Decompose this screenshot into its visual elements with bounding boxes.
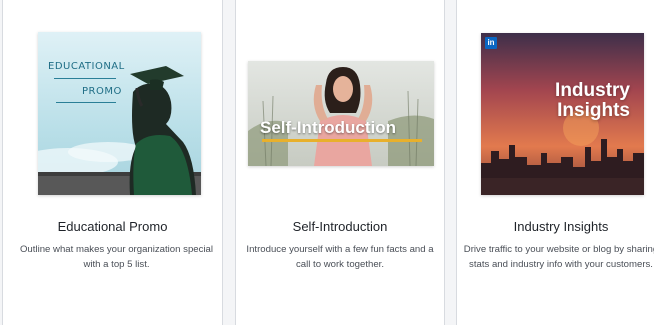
template-description: Outline what makes your organization spe… bbox=[19, 244, 214, 270]
template-card-industry-insights[interactable]: in Industry Insights Industry Insights D… bbox=[456, 0, 654, 325]
template-thumbnail[interactable]: EDUCATIONAL PROMO bbox=[38, 32, 201, 195]
thumbnail-overlay-line1: Industry bbox=[555, 80, 630, 101]
divider bbox=[56, 102, 116, 103]
template-description: Introduce yourself with a few fun facts … bbox=[246, 244, 434, 270]
divider bbox=[54, 78, 116, 79]
template-thumbnail[interactable]: in Industry Insights bbox=[481, 33, 644, 195]
thumbnail-overlay-line2: PROMO bbox=[82, 86, 122, 97]
portrait-photo bbox=[248, 61, 434, 166]
thumbnail-overlay: Industry Insights bbox=[555, 81, 630, 121]
template-title: Self-Introduction bbox=[292, 219, 388, 234]
template-title: Educational Promo bbox=[57, 219, 168, 234]
template-description: Drive traffic to your website or blog by… bbox=[463, 244, 654, 270]
template-gallery: EDUCATIONAL PROMO Educational Promo Outl… bbox=[0, 0, 654, 325]
thumbnail-overlay-line2: Insights bbox=[557, 100, 630, 121]
accent-underline bbox=[262, 139, 422, 142]
thumbnail-overlay-line1: EDUCATIONAL bbox=[48, 61, 125, 72]
thumbnail-overlay: Self-Introduction bbox=[260, 118, 396, 137]
template-title: Industry Insights bbox=[513, 219, 609, 234]
template-card-self-introduction[interactable]: Self-Introduction Self-Introduction Intr… bbox=[235, 0, 445, 325]
template-thumbnail[interactable]: Self-Introduction bbox=[248, 61, 434, 166]
graduate-photo bbox=[38, 32, 201, 195]
template-card-educational-promo[interactable]: EDUCATIONAL PROMO Educational Promo Outl… bbox=[2, 0, 223, 325]
linkedin-icon: in bbox=[485, 37, 497, 49]
